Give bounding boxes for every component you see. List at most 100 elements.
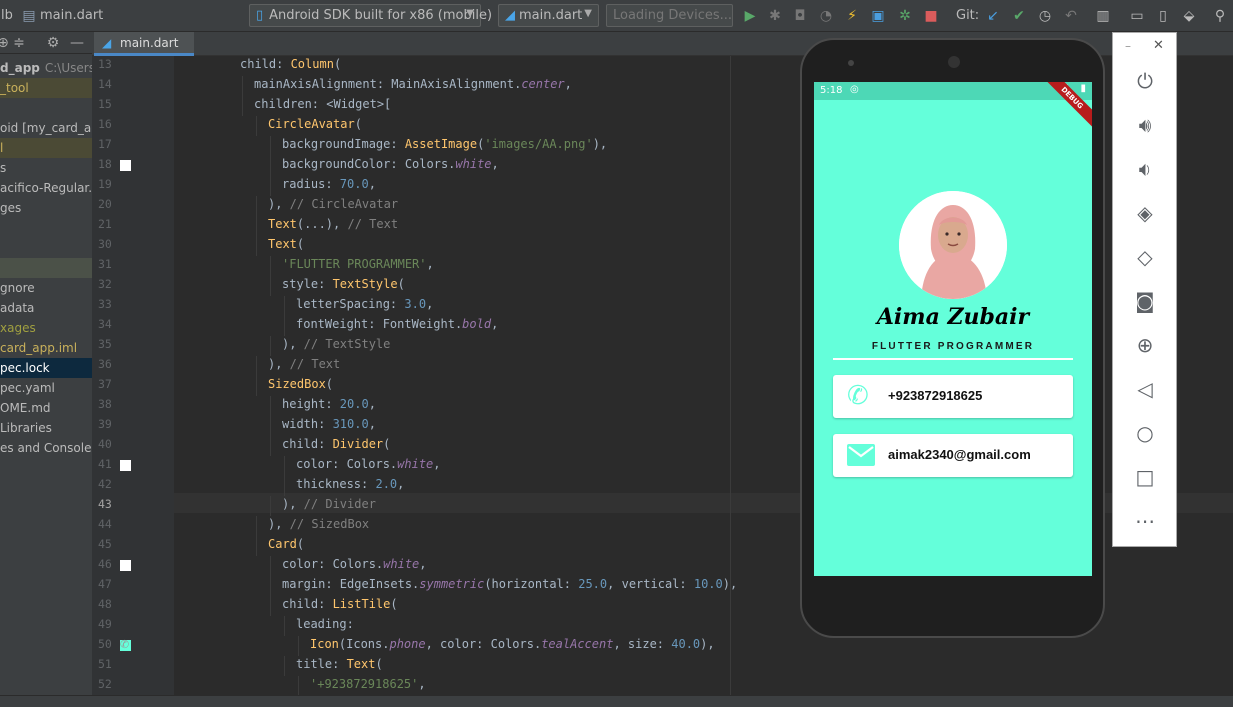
back-icon[interactable]: ◁ <box>1133 377 1157 401</box>
project-tree-item[interactable]: s <box>0 158 92 178</box>
color-swatch-icon[interactable] <box>120 160 131 171</box>
project-tree-item[interactable]: pec.lock <box>0 358 92 378</box>
minimize-icon[interactable]: — <box>68 34 86 52</box>
zoom-icon[interactable]: ⊕ <box>1133 333 1157 357</box>
code-line[interactable]: SizedBox( <box>268 377 333 391</box>
tab-main-dart[interactable]: ◢ main.dart <box>94 32 194 56</box>
code-line[interactable]: letterSpacing: 3.0, <box>296 297 433 311</box>
code-line[interactable]: color: Colors.white, <box>282 557 427 571</box>
project-tree-item[interactable] <box>0 258 92 278</box>
file-breadcrumb[interactable]: main.dart <box>40 8 103 23</box>
indent-guide <box>256 356 262 376</box>
code-line[interactable]: Icon(Icons.phone, color: Colors.tealAcce… <box>310 637 715 651</box>
attach-debugger-icon[interactable]: ✲ <box>896 7 914 25</box>
phone-card[interactable]: ✆ +923872918625 <box>833 375 1073 418</box>
code-line[interactable]: radius: 70.0, <box>282 177 376 191</box>
code-line[interactable]: ), // CircleAvatar <box>268 197 398 211</box>
avd-manager-icon[interactable]: ▯ <box>1154 7 1172 25</box>
more-icon[interactable]: ⋯ <box>1133 509 1157 533</box>
minimize-window-icon[interactable]: – <box>1125 39 1131 53</box>
project-tree-item[interactable]: es and Consoles <box>0 438 92 458</box>
git-history-icon[interactable]: ◷ <box>1036 7 1054 25</box>
code-line[interactable]: width: 310.0, <box>282 417 376 431</box>
project-tree-item[interactable]: Libraries <box>0 418 92 438</box>
power-icon[interactable]: ⏻ <box>1133 69 1157 93</box>
project-tree-item[interactable] <box>0 218 92 238</box>
code-line[interactable]: color: Colors.white, <box>296 457 441 471</box>
close-icon[interactable]: ✕ <box>1153 38 1164 53</box>
code-line[interactable]: '+923872918625', <box>310 677 426 691</box>
code-line[interactable]: child: Divider( <box>282 437 390 451</box>
git-commit-icon[interactable]: ✔ <box>1010 7 1028 25</box>
code-line[interactable]: leading: <box>296 617 354 631</box>
code-line[interactable]: Card( <box>268 537 304 551</box>
project-tree-item[interactable]: l <box>0 138 92 158</box>
code-line[interactable]: child: Column( <box>240 57 341 71</box>
code-line[interactable]: child: ListTile( <box>282 597 398 611</box>
run-icon[interactable]: ▶ <box>741 7 759 25</box>
code-line[interactable]: Text( <box>268 237 304 251</box>
hot-reload-icon[interactable]: ⚡ <box>843 7 861 25</box>
project-tree-item[interactable]: xages <box>0 318 92 338</box>
code-line[interactable]: mainAxisAlignment: MainAxisAlignment.cen… <box>254 77 572 91</box>
email-card[interactable]: aimak2340@gmail.com <box>833 434 1073 477</box>
code-line[interactable]: ), // SizedBox <box>268 517 369 531</box>
overview-icon[interactable]: □ <box>1133 465 1157 489</box>
coverage-icon[interactable]: ◘ <box>791 7 809 25</box>
color-swatch-icon[interactable] <box>120 560 131 571</box>
sdk-manager-icon[interactable]: ⬙ <box>1180 7 1198 25</box>
rotate-right-icon[interactable]: ◇ <box>1133 245 1157 269</box>
project-tree-item[interactable]: pec.yaml <box>0 378 92 398</box>
project-tree-item[interactable]: acifico-Regular.tt <box>0 178 92 198</box>
code-line[interactable]: ), // Text <box>268 357 340 371</box>
project-structure-icon[interactable]: ▥ <box>1094 7 1112 25</box>
git-update-icon[interactable]: ↙ <box>984 7 1002 25</box>
code-line[interactable]: 'FLUTTER PROGRAMMER', <box>282 257 434 271</box>
code-line[interactable]: margin: EdgeInsets.symmetric(horizontal:… <box>282 577 737 591</box>
loading-devices-combo[interactable]: Loading Devices... <box>606 4 733 27</box>
hot-restart-icon[interactable]: ▣ <box>869 7 887 25</box>
project-tree-item[interactable]: ges <box>0 198 92 218</box>
device-selector[interactable]: ▯ Android SDK built for x86 (mobile) ▼ <box>249 4 492 27</box>
stop-icon[interactable]: ■ <box>922 7 940 25</box>
debug-icon[interactable]: ✱ <box>766 7 784 25</box>
code-line[interactable]: backgroundImage: AssetImage('images/AA.p… <box>282 137 607 151</box>
code-line[interactable]: style: TextStyle( <box>282 277 405 291</box>
code-line[interactable]: CircleAvatar( <box>268 117 362 131</box>
code-line[interactable]: title: Text( <box>296 657 383 671</box>
code-line[interactable]: ), // TextStyle <box>282 337 390 351</box>
project-tree-item[interactable]: d_app C:\Users\ai <box>0 58 92 78</box>
device-selector-label: Android SDK built for x86 (mobile) <box>269 8 493 23</box>
app-screen[interactable]: 5:18 ◎ ▼ ▮ DEBUG Aima Zubair FLUTTER PRO… <box>814 82 1092 576</box>
code-line[interactable]: thickness: 2.0, <box>296 477 404 491</box>
code-line[interactable]: Text(...), // Text <box>268 217 398 231</box>
collapse-all-icon[interactable]: ≑ <box>10 34 28 52</box>
code-line[interactable]: ), // Divider <box>282 497 376 511</box>
device-manager-icon[interactable]: ▭ <box>1128 7 1146 25</box>
profile-icon[interactable]: ◔ <box>817 7 835 25</box>
project-tree-item[interactable]: adata <box>0 298 92 318</box>
project-tree-item[interactable]: card_app.iml <box>0 338 92 358</box>
git-rollback-icon[interactable]: ↶ <box>1062 7 1080 25</box>
code-line[interactable]: children: <Widget>[ <box>254 97 391 111</box>
project-tree-item[interactable]: oid [my_card_app <box>0 118 92 138</box>
home-icon[interactable]: ○ <box>1133 421 1157 445</box>
project-tree-item-label: pec.yaml <box>0 381 55 395</box>
project-tree-item[interactable] <box>0 238 92 258</box>
code-line[interactable]: height: 20.0, <box>282 397 376 411</box>
search-icon[interactable]: ⚲ <box>1211 7 1229 25</box>
volume-up-icon[interactable]: 🔊︎ <box>1133 113 1157 137</box>
run-config-selector[interactable]: ◢ main.dart ▼ <box>498 4 599 27</box>
code-line[interactable]: backgroundColor: Colors.white, <box>282 157 499 171</box>
color-swatch-icon[interactable] <box>120 460 131 471</box>
volume-down-icon[interactable]: 🔉︎ <box>1133 157 1157 181</box>
project-tree-item[interactable] <box>0 98 92 118</box>
project-tree-item[interactable]: _tool <box>0 78 92 98</box>
project-breadcrumb[interactable]: lb <box>1 8 13 23</box>
camera-icon[interactable]: ◙ <box>1133 289 1157 313</box>
rotate-left-icon[interactable]: ◈ <box>1133 201 1157 225</box>
code-line[interactable]: fontWeight: FontWeight.bold, <box>296 317 498 331</box>
project-tree-item[interactable]: gnore <box>0 278 92 298</box>
project-tree-item[interactable]: OME.md <box>0 398 92 418</box>
gear-icon[interactable]: ⚙ <box>44 34 62 52</box>
